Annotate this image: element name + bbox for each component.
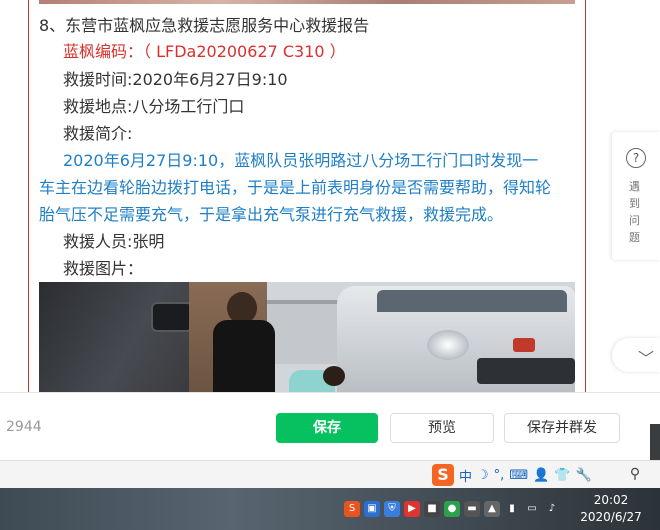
system-tray: S ▣ ⛨ ▶ ■ ● ▬ ▲ ▮ ▭ ♪: [344, 498, 560, 520]
clock-time: 20:02: [593, 493, 629, 507]
volume-icon[interactable]: ♪: [544, 501, 560, 517]
article-card: 8、东营市蓝枫应急救援志愿服务中心救援报告 蓝枫编码：（ LFDa2020062…: [28, 0, 586, 392]
battery-icon[interactable]: ▭: [524, 501, 540, 517]
app-tray-icon[interactable]: ▶: [404, 501, 420, 517]
rescue-time[interactable]: 救援时间:2020年6月27日9:10: [63, 69, 288, 91]
save-and-publish-button[interactable]: 保存并群发: [504, 413, 620, 443]
app-tray-icon[interactable]: ▬: [464, 501, 480, 517]
rescuer[interactable]: 救援人员:张明: [63, 231, 164, 253]
app-tray-icon[interactable]: ▣: [364, 501, 380, 517]
collapse-widget[interactable]: ﹀: [612, 338, 660, 372]
sogou-tray-icon[interactable]: S: [344, 501, 360, 517]
save-button[interactable]: 保存: [276, 413, 378, 443]
rescue-photo[interactable]: [39, 282, 575, 392]
keyboard-icon[interactable]: ⌨: [509, 468, 528, 483]
chevron-down-icon: ﹀: [638, 349, 655, 368]
photo-standing-person: [209, 292, 279, 392]
help-widget[interactable]: ? 遇 到 问 题: [612, 132, 660, 260]
wechat-icon[interactable]: ●: [444, 501, 460, 517]
moon-icon[interactable]: ☽: [477, 468, 489, 483]
top-image-strip: [39, 0, 575, 4]
summary-line[interactable]: 车主在边看轮胎边拨打电话，于是是上前表明身份是否需要帮助，得知轮: [39, 177, 551, 199]
ime-chinese-mode[interactable]: 中: [459, 466, 472, 485]
sogou-logo-icon[interactable]: S: [432, 464, 454, 486]
rescue-location[interactable]: 救援地点:八分场工行门口: [63, 96, 244, 118]
article-heading[interactable]: 8、东营市蓝枫应急救援志愿服务中心救援报告: [39, 15, 369, 37]
photo-crouching-person: [289, 362, 349, 392]
images-label[interactable]: 救援图片：: [63, 258, 143, 280]
summary-line[interactable]: 胎气压不足需要充气，于是拿出充气泵进行充气救援，救援完成。: [39, 204, 503, 226]
punctuation-icon[interactable]: °,: [494, 468, 505, 483]
photo-side-mirror: [151, 302, 193, 332]
help-label: 遇 到 问 题: [629, 180, 640, 244]
window-edge: [650, 424, 660, 460]
sogou-ime[interactable]: S 中 ☽ °, ⌨ 👤 👕 🔧: [432, 463, 622, 487]
question-icon: ?: [626, 148, 646, 168]
clock-date: 2020/6/27: [580, 510, 642, 524]
rescue-code[interactable]: 蓝枫编码：（ LFDa20200627 C310 ）: [63, 41, 346, 63]
shirt-icon[interactable]: 👕: [554, 468, 570, 483]
ime-toolbar: S 中 ☽ °, ⌨ 👤 👕 🔧 ⚲: [0, 460, 660, 489]
app-tray-icon[interactable]: ▲: [484, 501, 500, 517]
summary-label[interactable]: 救援简介:: [63, 123, 132, 145]
word-count: 2944: [6, 419, 42, 435]
windows-taskbar: S ▣ ⛨ ▶ ■ ● ▬ ▲ ▮ ▭ ♪ 20:02 2020/6/27: [0, 488, 660, 530]
signal-icon[interactable]: ▮: [504, 501, 520, 517]
shield-icon[interactable]: ⛨: [384, 501, 400, 517]
taskbar-clock[interactable]: 20:02 2020/6/27: [566, 492, 656, 526]
user-icon[interactable]: 👤: [533, 468, 549, 483]
search-icon[interactable]: ⚲: [624, 463, 646, 485]
app-tray-icon[interactable]: ■: [424, 501, 440, 517]
photo-car-door: [39, 282, 191, 392]
summary-line[interactable]: 2020年6月27日9:10，蓝枫队员张明路过八分场工行门口时发现一: [63, 150, 538, 172]
editor-action-bar: 2944 保存 预览 保存并群发: [0, 392, 660, 461]
preview-button[interactable]: 预览: [390, 413, 494, 443]
wrench-icon[interactable]: 🔧: [575, 468, 591, 483]
